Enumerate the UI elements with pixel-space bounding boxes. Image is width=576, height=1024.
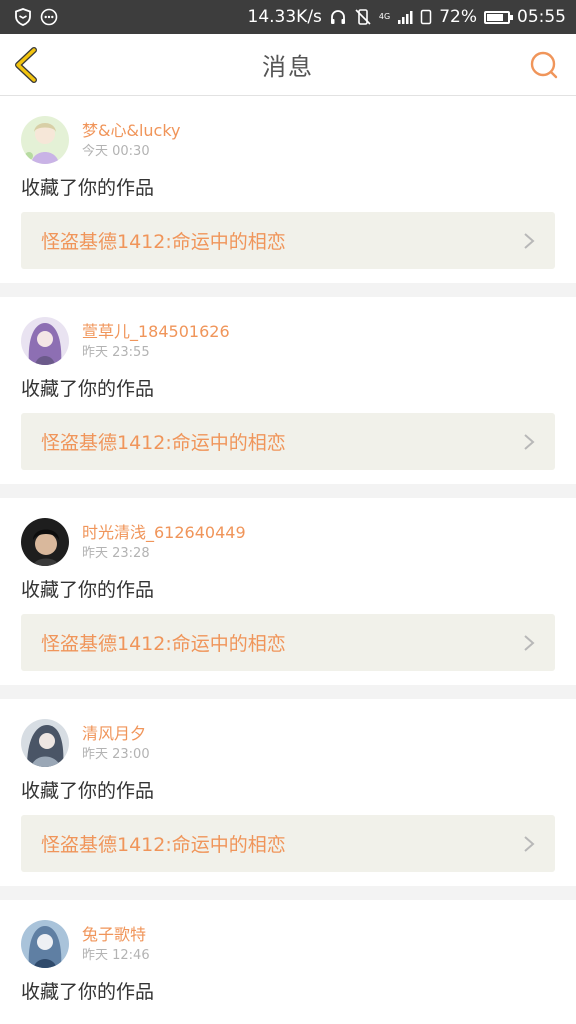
headphones-icon [330,10,345,24]
list-item[interactable]: 时光清浅_612640449 昨天 23:28 收藏了你的作品 怪盗基德1412… [0,498,576,685]
avatar-image [21,920,69,968]
list-item[interactable]: 梦&心&lucky 今天 00:30 收藏了你的作品 怪盗基德1412:命运中的… [0,96,576,283]
work-link[interactable]: 怪盗基德1412:命运中的相恋 [21,413,555,470]
avatar[interactable] [21,116,69,164]
action-text: 收藏了你的作品 [21,579,155,601]
message-meta: 梦&心&lucky 今天 00:30 [82,120,181,161]
status-bar: 14.33K/s 4G 72% 05:55 [0,0,576,34]
list-item[interactable]: 清风月夕 昨天 23:00 收藏了你的作品 怪盗基德1412:命运中的相恋 [0,699,576,886]
work-title: 怪盗基德1412:命运中的相恋 [41,231,286,253]
avatar-image [21,317,69,365]
username[interactable]: 时光清浅_612640449 [82,522,246,544]
work-title: 怪盗基德1412:命运中的相恋 [41,834,286,856]
work-link[interactable]: 怪盗基德1412:命运中的相恋 [21,212,555,269]
message-meta: 萱草儿_184501626 昨天 23:55 [82,321,230,362]
avatar[interactable] [21,920,69,968]
search-icon [530,51,558,79]
list-item[interactable]: 萱草儿_184501626 昨天 23:55 收藏了你的作品 怪盗基德1412:… [0,297,576,484]
search-button[interactable] [528,49,560,81]
message-header: 萱草儿_184501626 昨天 23:55 [21,315,555,367]
work-link[interactable]: 怪盗基德1412:命运中的相恋 [21,614,555,671]
top-nav-bar: 消息 [0,34,576,96]
timestamp: 昨天 23:55 [82,344,150,360]
shield-icon [15,8,31,26]
battery-percent: 72% [439,7,477,27]
sim-icon [420,9,432,25]
message-list: 梦&心&lucky 今天 00:30 收藏了你的作品 怪盗基德1412:命运中的… [0,96,576,1019]
message-header: 梦&心&lucky 今天 00:30 [21,114,555,166]
username[interactable]: 萱草儿_184501626 [82,321,230,343]
avatar[interactable] [21,719,69,767]
chevron-right-icon [524,835,535,852]
avatar-image [21,116,69,164]
network-speed: 14.33K/s [247,7,322,27]
chevron-right-icon [524,634,535,651]
divider [0,484,576,498]
timestamp: 昨天 23:00 [82,746,150,762]
battery-icon [484,10,513,24]
action-text: 收藏了你的作品 [21,981,155,1003]
action-text: 收藏了你的作品 [21,177,155,199]
timestamp: 昨天 23:28 [82,545,150,561]
chevron-right-icon [524,232,535,249]
chevron-right-icon [524,433,535,450]
status-bar-left [14,8,58,26]
status-bar-right: 14.33K/s 4G 72% 05:55 [248,7,567,27]
divider [0,283,576,297]
chevron-left-icon [15,47,37,83]
signal-icon [398,11,413,24]
timestamp: 昨天 12:46 [82,947,150,963]
message-header: 时光清浅_612640449 昨天 23:28 [21,516,555,568]
action-text: 收藏了你的作品 [21,378,155,400]
message-meta: 清风月夕 昨天 23:00 [82,723,150,764]
avatar[interactable] [21,317,69,365]
avatar-image [21,518,69,566]
username[interactable]: 兔子歌特 [82,924,150,946]
back-button[interactable] [10,46,46,84]
message-header: 兔子歌特 昨天 12:46 [21,918,555,970]
username[interactable]: 清风月夕 [82,723,150,745]
username[interactable]: 梦&心&lucky [82,120,181,142]
chat-bubble-icon [40,8,58,26]
clock: 05:55 [517,7,566,27]
work-title: 怪盗基德1412:命运中的相恋 [41,633,286,655]
divider [0,685,576,699]
message-meta: 兔子歌特 昨天 12:46 [82,924,150,965]
message-meta: 时光清浅_612640449 昨天 23:28 [82,522,246,563]
avatar-image [21,719,69,767]
action-text: 收藏了你的作品 [21,780,155,802]
vibrate-off-icon [355,9,371,25]
message-header: 清风月夕 昨天 23:00 [21,717,555,769]
network-type: 4G [378,12,391,21]
list-item[interactable]: 兔子歌特 昨天 12:46 收藏了你的作品 [0,900,576,1019]
work-title: 怪盗基德1412:命运中的相恋 [41,432,286,454]
page-title: 消息 [262,53,314,81]
timestamp: 今天 00:30 [82,143,150,159]
divider [0,886,576,900]
work-link[interactable]: 怪盗基德1412:命运中的相恋 [21,815,555,872]
avatar[interactable] [21,518,69,566]
